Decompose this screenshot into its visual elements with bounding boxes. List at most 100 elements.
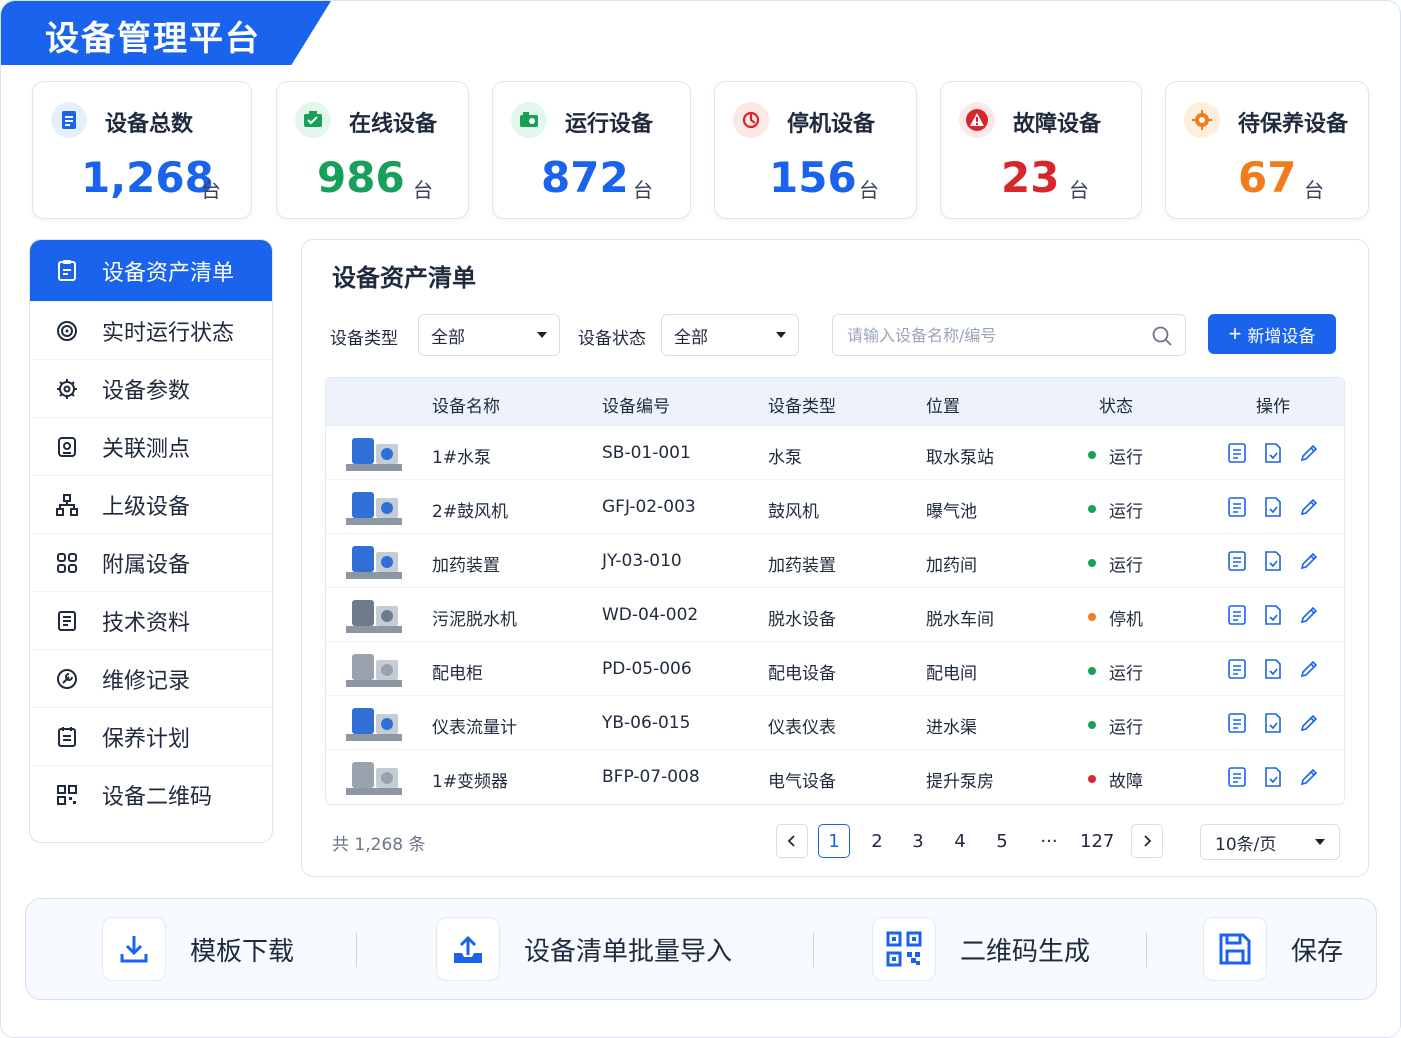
action-label: 设备清单批量导入 — [524, 936, 733, 967]
sidebar-item-asset-list[interactable]: 设备资产清单 — [30, 240, 272, 302]
equipment-image — [346, 600, 402, 633]
page-3[interactable]: 3 — [902, 824, 934, 858]
page-size-select[interactable]: 10条/页 — [1200, 824, 1340, 860]
cell-status: 运行 — [1109, 718, 1143, 738]
plus-icon: + — [1228, 321, 1242, 346]
sidebar-item-label: 关联测点 — [102, 436, 191, 462]
filter-status-label: 设备状态 — [578, 329, 646, 349]
sidebar-item-tech-docs[interactable]: 技术资料 — [30, 592, 272, 650]
page-1[interactable]: 1 — [818, 824, 850, 858]
sidebar-item-realtime-status[interactable]: 实时运行状态 — [30, 302, 272, 360]
save-button[interactable]: 保存 — [1203, 917, 1343, 981]
cell-status: 运行 — [1109, 502, 1143, 522]
stat-value: 156 — [769, 153, 857, 202]
filter-type-label: 设备类型 — [330, 329, 398, 349]
next-page-button[interactable] — [1131, 824, 1163, 858]
chevron-left-icon — [787, 835, 795, 847]
column-header-code[interactable]: 设备编号 — [602, 392, 670, 417]
view-detail-icon[interactable] — [1226, 712, 1248, 734]
cell-name: 1#水泵 — [432, 448, 492, 468]
view-detail-icon[interactable] — [1226, 658, 1248, 680]
column-header-location[interactable]: 位置 — [926, 392, 960, 417]
sidebar-item-sub-device[interactable]: 附属设备 — [30, 534, 272, 592]
add-device-button[interactable]: + 新增设备 — [1208, 314, 1336, 354]
edit-icon[interactable] — [1298, 766, 1320, 788]
search-icon[interactable] — [1151, 325, 1173, 351]
table-row[interactable]: 加药装置 JY-03-010 加药装置 加药间 运行 — [326, 534, 1344, 588]
stat-card-pending-maintenance[interactable]: 待保养设备 67 台 — [1165, 81, 1369, 219]
table-row[interactable]: 1#变频器 BFP-07-008 电气设备 提升泵房 故障 — [326, 750, 1344, 804]
edit-icon[interactable] — [1298, 442, 1320, 464]
chevron-down-icon — [1315, 839, 1325, 845]
sidebar-item-parent-device[interactable]: 上级设备 — [30, 476, 272, 534]
qrcode-generate-button[interactable]: 二维码生成 — [872, 917, 1090, 981]
stat-card-fault[interactable]: 故障设备 23 台 — [940, 81, 1142, 219]
cell-code: JY-03-010 — [602, 551, 682, 571]
column-header-name[interactable]: 设备名称 — [432, 392, 500, 417]
settings-gear-icon — [54, 376, 80, 402]
edit-icon[interactable] — [1298, 712, 1320, 734]
stat-card-total[interactable]: 设备总数 1,268 台 — [32, 81, 252, 219]
cell-code: BFP-07-008 — [602, 767, 700, 787]
template-download-button[interactable]: 模板下载 — [102, 917, 294, 981]
page-ellipsis[interactable]: ··· — [1033, 824, 1065, 858]
view-detail-icon[interactable] — [1226, 442, 1248, 464]
device-type-select[interactable]: 全部 — [418, 314, 560, 356]
table-row[interactable]: 1#水泵 SB-01-001 水泵 取水泵站 运行 — [326, 426, 1344, 480]
sidebar-item-label: 设备二维码 — [102, 785, 213, 810]
document-icon[interactable] — [1262, 604, 1284, 626]
page-5[interactable]: 5 — [986, 824, 1018, 858]
cell-location: 取水泵站 — [926, 448, 994, 468]
stat-card-running[interactable]: 运行设备 872 台 — [492, 81, 691, 219]
table-row[interactable]: 污泥脱水机 WD-04-002 脱水设备 脱水车间 停机 — [326, 588, 1344, 642]
edit-icon[interactable] — [1298, 496, 1320, 518]
document-icon[interactable] — [1262, 496, 1284, 518]
qrcode-icon — [54, 782, 80, 808]
asset-table: 设备名称 设备编号 设备类型 位置 状态 操作 1#水泵 SB-01-001 水泵 取… — [325, 377, 1345, 805]
stat-card-online[interactable]: 在线设备 986 台 — [276, 81, 469, 219]
stat-card-stopped[interactable]: 停机设备 156 台 — [714, 81, 917, 219]
view-detail-icon[interactable] — [1226, 496, 1248, 518]
batch-import-button[interactable]: 设备清单批量导入 — [436, 917, 732, 981]
edit-icon[interactable] — [1298, 550, 1320, 572]
document-icon[interactable] — [1262, 712, 1284, 734]
edit-icon[interactable] — [1298, 658, 1320, 680]
download-icon — [102, 917, 166, 981]
table-row[interactable]: 配电柜 PD-05-006 配电设备 配电间 运行 — [326, 642, 1344, 696]
document-icon[interactable] — [1262, 442, 1284, 464]
column-header-status[interactable]: 状态 — [1099, 392, 1133, 417]
cell-location: 加药间 — [926, 556, 977, 576]
table-row[interactable]: 2#鼓风机 GFJ-02-003 鼓风机 曝气池 运行 — [326, 480, 1344, 534]
divider — [1146, 933, 1147, 967]
stat-value: 1,268 — [81, 153, 214, 202]
sidebar-item-maintenance-plan[interactable]: 保养计划 — [30, 708, 272, 766]
search-input[interactable] — [847, 315, 1147, 355]
sidebar-item-parameters[interactable]: 设备参数 — [30, 360, 272, 418]
prev-page-button[interactable] — [776, 824, 808, 858]
document-icon[interactable] — [1262, 550, 1284, 572]
device-status-select[interactable]: 全部 — [661, 314, 799, 356]
column-header-type[interactable]: 设备类型 — [768, 392, 836, 417]
sidebar-item-measure-points[interactable]: 关联测点 — [30, 418, 272, 476]
sidebar-item-qrcode[interactable]: 设备二维码 — [30, 766, 272, 824]
edit-icon[interactable] — [1298, 604, 1320, 626]
select-value: 全部 — [431, 327, 465, 348]
divider — [356, 933, 357, 967]
cell-name: 加药装置 — [432, 556, 500, 576]
document-icon[interactable] — [1262, 658, 1284, 680]
cell-status: 故障 — [1109, 772, 1143, 792]
app-title: 设备管理平台 — [45, 19, 261, 59]
hierarchy-icon — [54, 492, 80, 518]
status-dot — [1088, 721, 1096, 729]
cell-type: 鼓风机 — [768, 502, 819, 522]
view-detail-icon[interactable] — [1226, 604, 1248, 626]
page-2[interactable]: 2 — [861, 824, 893, 858]
view-detail-icon[interactable] — [1226, 550, 1248, 572]
sidebar-item-repair-records[interactable]: 维修记录 — [30, 650, 272, 708]
tech-doc-icon — [54, 608, 80, 634]
page-4[interactable]: 4 — [944, 824, 976, 858]
view-detail-icon[interactable] — [1226, 766, 1248, 788]
page-127[interactable]: 127 — [1080, 824, 1114, 858]
document-icon[interactable] — [1262, 766, 1284, 788]
table-row[interactable]: 仪表流量计 YB-06-015 仪表仪表 进水渠 运行 — [326, 696, 1344, 750]
